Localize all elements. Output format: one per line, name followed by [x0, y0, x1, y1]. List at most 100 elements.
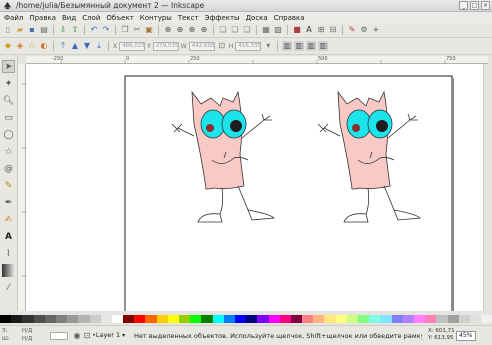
select-all-layers-icon[interactable]: ◈: [15, 41, 25, 51]
lower-icon[interactable]: ▼: [82, 41, 92, 51]
palette-swatch[interactable]: [100, 315, 112, 323]
w-field[interactable]: 442,600: [188, 41, 215, 51]
palette-swatch[interactable]: [11, 315, 23, 323]
lock-icon[interactable]: ⊡: [217, 41, 227, 51]
ungroup-icon[interactable]: ▧: [273, 25, 283, 35]
import-icon[interactable]: ⇩: [58, 25, 68, 35]
new-document-icon[interactable]: ▯: [3, 25, 13, 35]
palette-swatch[interactable]: [22, 315, 34, 323]
palette-swatch[interactable]: [257, 315, 269, 323]
rotate-icon[interactable]: ◐: [39, 41, 49, 51]
raise-to-top-icon[interactable]: ⤒: [58, 41, 68, 51]
palette-swatch[interactable]: [290, 315, 303, 323]
preferences-icon[interactable]: ✎: [347, 25, 357, 35]
unlink-clone-icon[interactable]: ❏: [242, 25, 252, 35]
fill-stroke-icon[interactable]: ■: [292, 25, 302, 35]
move-gradients-icon[interactable]: ▥: [306, 41, 317, 51]
palette-swatch[interactable]: [447, 315, 459, 323]
xml-editor-icon[interactable]: ⊞: [316, 25, 326, 35]
palette-swatch[interactable]: [324, 315, 336, 323]
palette-swatch[interactable]: [55, 315, 68, 323]
clone-icon[interactable]: ❏: [230, 25, 240, 35]
layer-selector[interactable]: •Layer 1 ▾: [92, 331, 125, 339]
palette-swatch[interactable]: [212, 315, 224, 323]
align-icon[interactable]: ⊟: [328, 25, 338, 35]
cut-icon[interactable]: ✂: [132, 25, 142, 35]
menu-path[interactable]: Контуры: [140, 14, 172, 22]
connector-tool-icon[interactable]: ⌇: [2, 247, 15, 260]
undo-icon[interactable]: ↶: [89, 25, 99, 35]
x-field[interactable]: 486,023: [119, 41, 146, 51]
palette-swatch[interactable]: [436, 315, 448, 323]
palette-swatch[interactable]: [44, 315, 56, 323]
paste-icon[interactable]: ▣: [144, 25, 154, 35]
palette-swatch[interactable]: [413, 315, 426, 323]
palette-swatch[interactable]: [156, 315, 168, 323]
zoom-field[interactable]: 45%: [456, 331, 476, 341]
ellipse-tool-icon[interactable]: ◯: [2, 128, 15, 141]
text-tool-icon[interactable]: A: [2, 230, 15, 243]
palette-swatch[interactable]: [67, 315, 79, 323]
menu-whiteboard[interactable]: Доска: [246, 14, 268, 22]
calligraphy-tool-icon[interactable]: ✍: [2, 213, 15, 226]
h-field[interactable]: 416,335: [235, 41, 262, 51]
zoom-selection-icon[interactable]: ⊕: [163, 25, 173, 35]
pencil-tool-icon[interactable]: ✎: [2, 179, 15, 192]
palette-swatch[interactable]: [167, 315, 179, 323]
document-properties-icon[interactable]: ⚙: [359, 25, 369, 35]
palette-swatch[interactable]: [279, 315, 291, 323]
drawing-canvas[interactable]: [26, 64, 488, 311]
vertical-scrollbar[interactable]: [483, 64, 489, 311]
palette-swatch[interactable]: [481, 315, 492, 323]
move-patterns-icon[interactable]: ▥: [318, 41, 329, 51]
menu-effects[interactable]: Эффекты: [205, 14, 240, 22]
color-palette[interactable]: [0, 315, 492, 323]
stroke-indicator[interactable]: Н/Д: [22, 336, 32, 342]
palette-swatch[interactable]: [145, 315, 157, 323]
palette-swatch[interactable]: [380, 315, 392, 323]
zoom-page-icon[interactable]: ⊕: [187, 25, 197, 35]
palette-swatch[interactable]: [425, 315, 437, 323]
palette-swatch[interactable]: [201, 315, 213, 323]
zoom-width-icon[interactable]: ⊕: [199, 25, 209, 35]
menu-file[interactable]: Файл: [4, 14, 23, 22]
palette-swatch[interactable]: [179, 315, 191, 323]
select-all-icon[interactable]: ◆: [3, 41, 13, 51]
deselect-icon[interactable]: ◇: [27, 41, 37, 51]
menu-help[interactable]: Справка: [274, 14, 305, 22]
menu-edit[interactable]: Правка: [29, 14, 56, 22]
text-font-icon[interactable]: A: [304, 25, 314, 35]
zoom-in-icon[interactable]: +: [371, 25, 381, 35]
palette-swatch[interactable]: [369, 315, 381, 323]
palette-swatch[interactable]: [234, 315, 247, 323]
node-tool-icon[interactable]: ✦: [2, 77, 15, 90]
layer-visibility-icon[interactable]: ◉: [72, 331, 82, 341]
palette-swatch[interactable]: [89, 315, 101, 323]
palette-swatch[interactable]: [123, 315, 135, 323]
menu-object[interactable]: Объект: [106, 14, 133, 22]
zoom-tool-icon[interactable]: 🔍︎: [2, 94, 15, 107]
palette-swatch[interactable]: [402, 315, 414, 323]
palette-swatch[interactable]: [78, 315, 90, 323]
lower-to-bottom-icon[interactable]: ⤓: [94, 41, 104, 51]
palette-swatch[interactable]: [246, 315, 258, 323]
palette-swatch[interactable]: [0, 315, 12, 323]
scale-stroke-icon[interactable]: ▥: [282, 41, 293, 51]
export-icon[interactable]: ⇧: [70, 25, 80, 35]
palette-swatch[interactable]: [469, 315, 482, 323]
dropper-tool-icon[interactable]: ⁄: [2, 281, 15, 294]
open-icon[interactable]: ▰: [15, 25, 25, 35]
palette-swatch[interactable]: [268, 315, 280, 323]
redo-icon[interactable]: ↷: [101, 25, 111, 35]
palette-swatch[interactable]: [458, 315, 470, 323]
group-icon[interactable]: ▦: [261, 25, 271, 35]
palette-swatch[interactable]: [33, 315, 45, 323]
pen-tool-icon[interactable]: ✒: [2, 196, 15, 209]
palette-swatch[interactable]: [190, 315, 202, 323]
menu-view[interactable]: Вид: [62, 14, 76, 22]
units-dropdown-icon[interactable]: ▾: [263, 41, 273, 51]
spiral-tool-icon[interactable]: @: [2, 162, 15, 175]
layer-lock-icon[interactable]: ⊡: [82, 331, 92, 341]
palette-swatch[interactable]: [302, 315, 314, 323]
star-tool-icon[interactable]: ☆: [2, 145, 15, 158]
